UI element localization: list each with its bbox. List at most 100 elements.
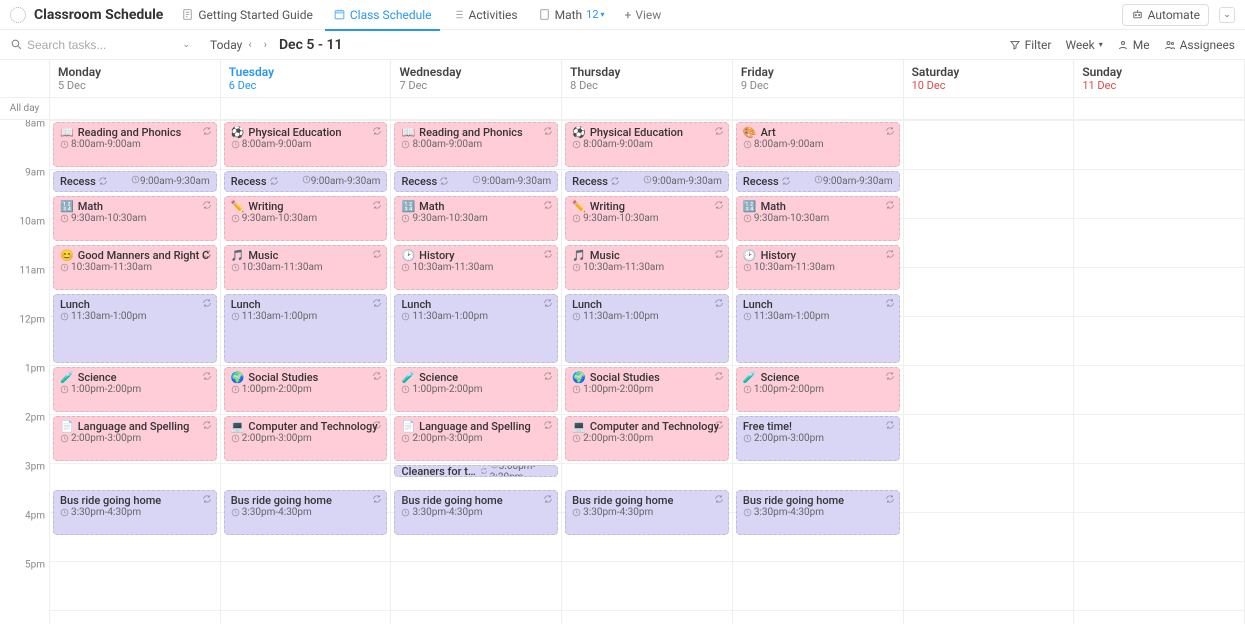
day-column-sunday[interactable] [1074,120,1245,624]
event-bus-ride-going-home[interactable]: Bus ride going home3:30pm-4:30pm [53,490,217,535]
filter-button[interactable]: Filter [1009,38,1052,52]
event-reading-and-phonics[interactable]: 📖Reading and Phonics8:00am-9:00am [394,122,558,167]
day-header-thursday[interactable]: Thursday8 Dec [562,60,733,97]
search-dropdown-caret[interactable]: ⌄ [182,40,190,50]
event-free-time-[interactable]: Free time!2:00pm-3:00pm [736,416,900,461]
day-column-monday[interactable]: 📖Reading and Phonics8:00am-9:00am Recess9… [50,120,221,624]
me-button[interactable]: Me [1117,38,1150,52]
add-view-button[interactable]: + View [617,0,670,30]
day-column-saturday[interactable] [904,120,1075,624]
event-history[interactable]: 🕑History10:30am-11:30am [736,245,900,290]
tab-class-schedule[interactable]: Class Schedule [325,0,440,30]
day-column-wednesday[interactable]: 📖Reading and Phonics8:00am-9:00am Recess9… [391,120,562,624]
event-history[interactable]: 🕑History10:30am-11:30am [394,245,558,290]
event-lunch[interactable]: Lunch11:30am-1:00pm [736,294,900,364]
event-lunch[interactable]: Lunch11:30am-1:00pm [394,294,558,364]
event-recess[interactable]: Recess9:00am-9:30am [53,171,217,192]
event-social-studies[interactable]: 🌍Social Studies1:00pm-2:00pm [224,367,388,412]
allday-cell[interactable] [1074,98,1245,119]
event-computer-and-technology[interactable]: 💻Computer and Technology2:00pm-3:00pm [224,416,388,461]
prev-week-button[interactable]: ‹ [248,38,251,51]
allday-cell[interactable] [391,98,562,119]
event-science[interactable]: 🧪Science1:00pm-2:00pm [394,367,558,412]
event-bus-ride-going-home[interactable]: Bus ride going home3:30pm-4:30pm [224,490,388,535]
recurring-icon [885,371,895,381]
clock-icon [743,434,752,443]
day-column-friday[interactable]: 🎨Art8:00am-9:00am Recess9:00am-9:30am 🔢Mat… [733,120,904,624]
day-header-monday[interactable]: Monday5 Dec [50,60,221,97]
event-science[interactable]: 🧪Science1:00pm-2:00pm [53,367,217,412]
day-header-wednesday[interactable]: Wednesday7 Dec [391,60,562,97]
event-lunch[interactable]: Lunch11:30am-1:00pm [53,294,217,364]
toolbar: ⌄ Today ‹ › Dec 5 - 11 Filter Week ▾ Me … [0,30,1245,60]
clock-icon [743,312,752,321]
search-input[interactable] [27,38,147,52]
event-recess[interactable]: Recess9:00am-9:30am [394,171,558,192]
clock-icon [490,465,499,469]
event-language-and-spelling[interactable]: 📄Language and Spelling2:00pm-3:00pm [53,416,217,461]
event-writing[interactable]: ✏️Writing9:30am-10:30am [224,196,388,241]
tab-getting-started[interactable]: Getting Started Guide [173,0,320,30]
event-time: 9:30am-10:30am [572,213,722,224]
event-time: 3:30pm-4:30pm [743,507,893,518]
allday-cell[interactable] [904,98,1075,119]
event-recess[interactable]: Recess9:00am-9:30am [565,171,729,192]
allday-cell[interactable] [221,98,392,119]
event-lunch[interactable]: Lunch11:30am-1:00pm [565,294,729,364]
view-mode-button[interactable]: Week ▾ [1065,38,1102,52]
clock-icon [401,508,410,517]
event-time: 9:30am-10:30am [401,213,551,224]
tab-math[interactable]: Math 12 ▾ [530,0,613,30]
event-cleaners-for-the-day[interactable]: Cleaners for the day3:00pm-3:20pm [394,465,558,477]
allday-cell[interactable] [733,98,904,119]
event-language-and-spelling[interactable]: 📄Language and Spelling2:00pm-3:00pm [394,416,558,461]
day-header-tuesday[interactable]: Tuesday6 Dec [221,60,392,97]
day-column-thursday[interactable]: ⚽Physical Education8:00am-9:00am Recess9:… [562,120,733,624]
event-writing[interactable]: ✏️Writing9:30am-10:30am [565,196,729,241]
day-header-saturday[interactable]: Saturday10 Dec [904,60,1075,97]
robot-icon [1131,8,1144,21]
chevron-down-icon[interactable]: ▾ [601,10,605,19]
recurring-icon [98,176,108,186]
event-recess[interactable]: Recess9:00am-9:30am [224,171,388,192]
recurring-icon [610,176,620,186]
event-science[interactable]: 🧪Science1:00pm-2:00pm [736,367,900,412]
event-social-studies[interactable]: 🌍Social Studies1:00pm-2:00pm [565,367,729,412]
assignees-button[interactable]: Assignees [1164,38,1235,52]
event-reading-and-phonics[interactable]: 📖Reading and Phonics8:00am-9:00am [53,122,217,167]
event-math[interactable]: 🔢Math9:30am-10:30am [736,196,900,241]
event-music[interactable]: 🎵Music10:30am-11:30am [565,245,729,290]
event-math[interactable]: 🔢Math9:30am-10:30am [53,196,217,241]
event-math[interactable]: 🔢Math9:30am-10:30am [394,196,558,241]
day-header-sunday[interactable]: Sunday11 Dec [1074,60,1245,97]
time-label: 2pm [25,413,45,424]
recurring-icon [439,176,449,186]
next-week-button[interactable]: › [264,38,267,51]
event-lunch[interactable]: Lunch11:30am-1:00pm [224,294,388,364]
event-bus-ride-going-home[interactable]: Bus ride going home3:30pm-4:30pm [394,490,558,535]
day-header-friday[interactable]: Friday9 Dec [733,60,904,97]
event-title: Bus ride going home [743,494,893,507]
tab-activities[interactable]: Activities [444,0,526,30]
event-recess[interactable]: Recess9:00am-9:30am [736,171,900,192]
time-label: 5pm [25,560,45,571]
chevron-down-icon: ▾ [1099,40,1103,49]
event-good-manners-and-right-conduct[interactable]: 😊Good Manners and Right Conduct10:30am-1… [53,245,217,290]
event-physical-education[interactable]: ⚽Physical Education8:00am-9:00am [565,122,729,167]
event-bus-ride-going-home[interactable]: Bus ride going home3:30pm-4:30pm [736,490,900,535]
automate-button[interactable]: Automate [1122,4,1209,26]
event-title: ⚽Physical Education [572,126,722,139]
recurring-icon [543,200,553,210]
event-music[interactable]: 🎵Music10:30am-11:30am [224,245,388,290]
event-computer-and-technology[interactable]: 💻Computer and Technology2:00pm-3:00pm [565,416,729,461]
today-button[interactable]: Today [210,38,242,52]
day-date: 10 Dec [912,79,1066,92]
allday-cell[interactable] [50,98,221,119]
menu-caret[interactable]: ⌄ [1219,7,1235,23]
event-art[interactable]: 🎨Art8:00am-9:00am [736,122,900,167]
event-bus-ride-going-home[interactable]: Bus ride going home3:30pm-4:30pm [565,490,729,535]
day-name: Sunday [1082,65,1236,79]
day-column-tuesday[interactable]: ⚽Physical Education8:00am-9:00am Recess9:… [221,120,392,624]
allday-cell[interactable] [562,98,733,119]
event-physical-education[interactable]: ⚽Physical Education8:00am-9:00am [224,122,388,167]
